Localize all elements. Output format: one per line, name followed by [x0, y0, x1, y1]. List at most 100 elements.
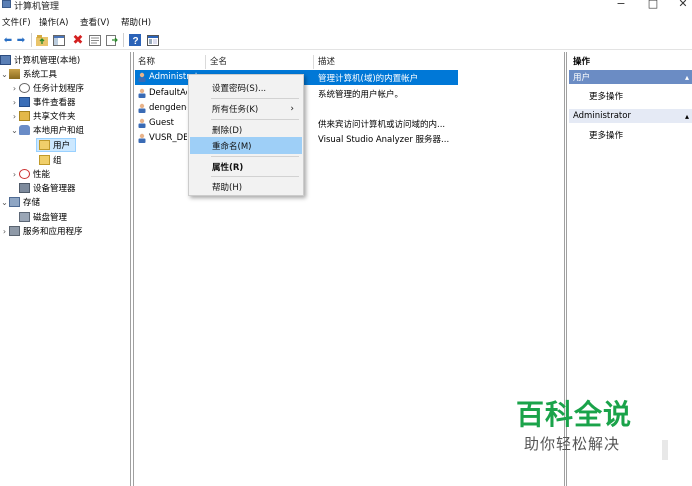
computer-icon: [0, 55, 11, 65]
tree-item-label: 任务计划程序: [33, 84, 85, 94]
close-button[interactable]: ✕: [676, 0, 690, 10]
tree-item-performance[interactable]: › 性能: [10, 167, 50, 181]
tree-item-local-users-groups[interactable]: ⌄ 本地用户和组: [10, 123, 84, 137]
cell-name: Guest: [149, 118, 174, 128]
tree-item-users[interactable]: 用户: [36, 138, 76, 152]
storage-icon: [9, 197, 20, 207]
menu-item-help[interactable]: 帮助(H): [190, 178, 302, 195]
actions-group-administrator[interactable]: Administrator ▴: [569, 109, 692, 123]
chevron-right-icon[interactable]: ›: [10, 98, 19, 107]
tree-item-label: 设备管理器: [33, 184, 76, 194]
properties-icon[interactable]: [88, 33, 102, 47]
menu-item-rename[interactable]: 重命名(M): [190, 137, 302, 154]
actions-group-users[interactable]: 用户 ▴: [569, 70, 692, 84]
submenu-arrow-icon: ›: [290, 103, 294, 114]
chevron-down-icon[interactable]: ⌄: [10, 126, 19, 135]
cell-description: Visual Studio Analyzer 服务器...: [318, 135, 450, 145]
help-icon[interactable]: ?: [128, 33, 142, 47]
users-icon: [19, 125, 30, 135]
toolbar-separator: [31, 33, 32, 47]
cell-name: dengdeng: [149, 103, 187, 113]
cell-description: 系统管理的用户帐户。: [318, 90, 404, 100]
chevron-down-icon[interactable]: ⌄: [0, 198, 9, 207]
cell-name: DefaultAccount: [149, 88, 187, 98]
tree-item-shared-folders[interactable]: › 共享文件夹: [10, 109, 76, 123]
forward-arrow-icon[interactable]: ➡: [14, 33, 28, 47]
menu-view[interactable]: 查看(V): [80, 16, 109, 28]
column-header-fullname[interactable]: 全名: [210, 55, 227, 68]
tree-item-label: 共享文件夹: [33, 112, 76, 122]
delete-icon[interactable]: ✖: [71, 33, 85, 48]
computer-management-icon: [2, 0, 11, 8]
watermark-logo-text: 百科全说: [516, 398, 633, 431]
minimize-button[interactable]: −: [614, 0, 628, 10]
menu-item-label: 所有任务(K): [212, 104, 259, 115]
services-icon: [9, 226, 20, 236]
collapse-arrow-icon[interactable]: ▴: [685, 73, 689, 82]
console-view-icon[interactable]: [146, 33, 160, 47]
tree-item-task-scheduler[interactable]: › 任务计划程序: [10, 81, 84, 95]
menu-help[interactable]: 帮助(H): [121, 16, 151, 28]
tree-item-event-viewer[interactable]: › 事件查看器: [10, 95, 76, 109]
tree-item-computer-management[interactable]: 计算机管理(本地): [0, 53, 80, 67]
actions-title: 操作: [573, 57, 591, 67]
tree-item-services-apps[interactable]: › 服务和应用程序: [0, 224, 83, 238]
tree-item-device-manager[interactable]: 设备管理器: [19, 181, 76, 195]
device-manager-icon: [19, 183, 30, 193]
shared-folder-icon: [19, 111, 30, 121]
menu-action[interactable]: 操作(A): [39, 16, 68, 28]
menu-separator: [211, 98, 299, 99]
menu-item-all-tasks[interactable]: 所有任务(K) ›: [190, 100, 302, 117]
tree-item-label: 系统工具: [23, 70, 58, 80]
navigation-tree: 计算机管理(本地) ⌄ 系统工具 › 任务计划程序 › 事件查看器 › 共享文件…: [0, 52, 131, 486]
user-icon: [138, 118, 146, 128]
menu-item-properties[interactable]: 属性(R): [190, 158, 302, 175]
user-icon: [138, 72, 146, 82]
chevron-right-icon[interactable]: ›: [10, 84, 19, 93]
menu-separator: [211, 119, 299, 120]
menu-separator: [211, 156, 299, 157]
column-separator[interactable]: [205, 55, 206, 69]
tree-item-label: 存储: [23, 198, 41, 208]
cell-description: 供来宾访问计算机或访问域的内...: [318, 120, 446, 130]
show-hide-tree-icon[interactable]: [52, 33, 66, 47]
tree-item-label: 用户: [53, 141, 71, 151]
chevron-right-icon[interactable]: ›: [0, 227, 9, 236]
user-icon: [138, 103, 146, 113]
chevron-right-icon[interactable]: ›: [10, 170, 19, 179]
action-more-actions[interactable]: 更多操作: [589, 129, 623, 141]
tree-item-label: 服务和应用程序: [23, 227, 83, 237]
tree-item-label: 计算机管理(本地): [14, 56, 81, 66]
toolbar-separator: [123, 33, 124, 47]
tree-item-storage[interactable]: ⌄ 存储: [0, 195, 40, 209]
user-icon: [138, 88, 146, 98]
tree-item-groups[interactable]: 组: [36, 153, 62, 167]
up-folder-icon[interactable]: [35, 33, 49, 47]
column-header-description[interactable]: 描述: [318, 55, 335, 68]
menu-item-delete[interactable]: 删除(D): [190, 121, 302, 138]
actions-group-label: Administrator: [573, 111, 631, 121]
svg-text:?: ?: [133, 36, 139, 46]
tree-item-disk-management[interactable]: 磁盘管理: [19, 210, 67, 224]
watermark-subtitle: 助你轻松解决: [524, 435, 621, 453]
chevron-right-icon[interactable]: ›: [10, 112, 19, 121]
tree-item-system-tools[interactable]: ⌄ 系统工具: [0, 67, 57, 81]
maximize-button[interactable]: □: [646, 0, 660, 10]
window-title: 计算机管理: [14, 2, 60, 12]
folder-icon: [39, 155, 50, 165]
column-header-name[interactable]: 名称: [138, 55, 155, 68]
toolbar: [0, 31, 692, 50]
tree-item-label: 组: [53, 156, 62, 166]
column-separator[interactable]: [313, 55, 314, 69]
scrollbar[interactable]: [662, 440, 668, 460]
tree-item-label: 性能: [33, 170, 51, 180]
menu-file[interactable]: 文件(F): [2, 16, 31, 28]
action-more-actions[interactable]: 更多操作: [589, 90, 623, 102]
title-bar: [0, 0, 692, 12]
actions-group-label: 用户: [573, 73, 591, 83]
export-list-icon[interactable]: [105, 33, 119, 47]
back-arrow-icon[interactable]: ⬅: [1, 33, 15, 47]
collapse-arrow-icon[interactable]: ▴: [685, 112, 689, 121]
chevron-down-icon[interactable]: ⌄: [0, 70, 9, 79]
menu-item-set-password[interactable]: 设置密码(S)...: [190, 79, 302, 96]
